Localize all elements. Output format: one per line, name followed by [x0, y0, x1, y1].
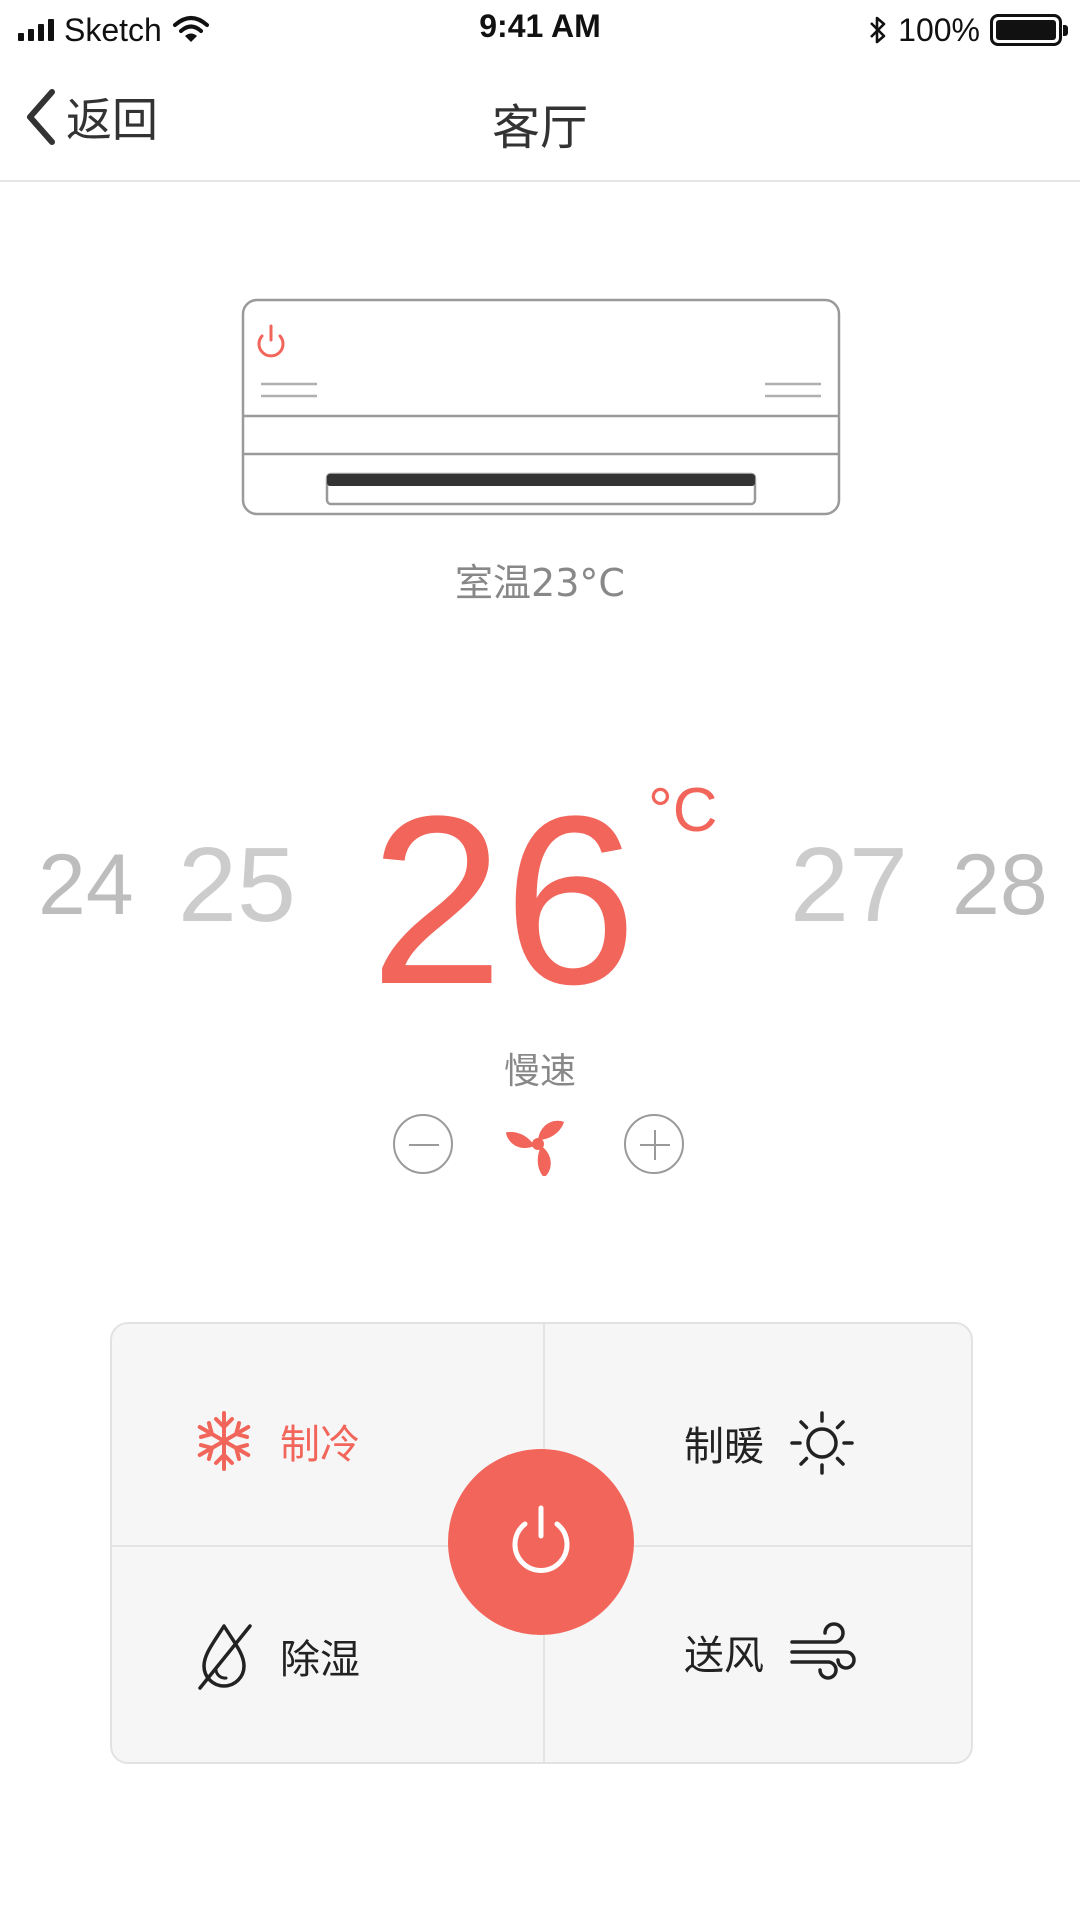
wind-icon — [790, 1622, 856, 1680]
mode-cool-button[interactable]: 制冷 — [192, 1409, 360, 1473]
mode-heat-button[interactable]: 制暖 — [684, 1409, 856, 1477]
bluetooth-icon — [870, 16, 886, 44]
temperature-picker[interactable]: 24 25 26 °C 27 28 — [0, 760, 1080, 1034]
page-title: 客厅 — [491, 100, 588, 156]
fan-icon — [506, 1120, 564, 1176]
mode-dehumidify-label: 除湿 — [280, 1637, 360, 1683]
sun-icon — [790, 1411, 854, 1475]
mode-fan-label: 送风 — [684, 1633, 764, 1679]
current-temperature: 26 — [370, 766, 637, 1034]
mode-fan-button[interactable]: 送风 — [684, 1620, 858, 1684]
fan-speed-control — [0, 1112, 1080, 1176]
battery-icon — [990, 14, 1068, 46]
water-drop-slash-icon — [198, 1624, 252, 1690]
fan-speed-increase-button[interactable] — [624, 1114, 684, 1174]
navigation-bar: 返回 客厅 — [0, 60, 1080, 182]
air-conditioner-illustration — [241, 298, 841, 516]
room-temperature: 室温23°C — [455, 561, 625, 605]
fan-speed-decrease-button[interactable] — [393, 1114, 453, 1174]
temperature-option[interactable]: 28 — [952, 842, 1048, 928]
temperature-unit: °C — [648, 776, 718, 845]
status-bar: Sketch 9:41 AM 100% — [0, 0, 1080, 60]
temperature-option[interactable]: 24 — [38, 842, 134, 928]
mode-cool-label: 制冷 — [280, 1422, 360, 1468]
mode-heat-label: 制暖 — [684, 1424, 764, 1470]
mode-dehumidify-button[interactable]: 除湿 — [192, 1620, 360, 1692]
fan-speed-label: 慢速 — [503, 1051, 576, 1092]
status-right: 100% — [868, 10, 1068, 50]
snowflake-icon — [197, 1411, 251, 1471]
battery-percent: 100% — [898, 11, 980, 48]
power-button[interactable] — [448, 1449, 634, 1635]
temperature-option[interactable]: 27 — [790, 832, 908, 938]
temperature-option[interactable]: 25 — [178, 832, 296, 938]
power-icon — [512, 1505, 570, 1573]
